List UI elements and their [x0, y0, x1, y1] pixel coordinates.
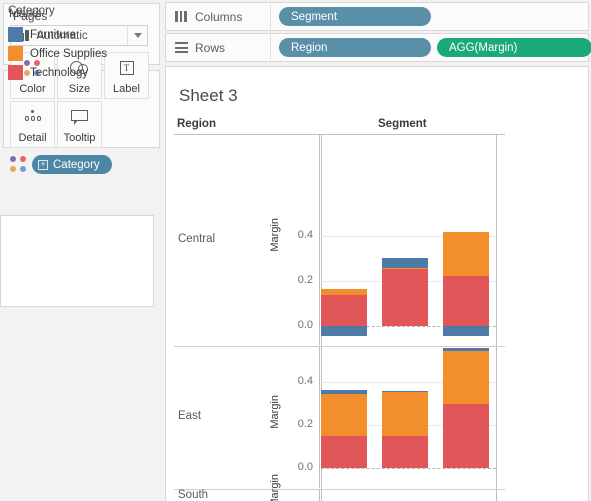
pill-region-label: Region [291, 41, 328, 54]
y-axis-tick-label: 0.2 [297, 274, 313, 286]
chevron-down-icon[interactable] [127, 26, 147, 45]
legend-item-label: Furniture [30, 28, 77, 41]
zero-reference-line [321, 468, 496, 469]
marks-tooltip-label: Tooltip [63, 132, 96, 144]
marks-label-label: Label [113, 83, 140, 95]
columns-pill-list: Segment [271, 7, 431, 26]
bar-segment[interactable] [382, 436, 428, 468]
worksheet-canvas[interactable]: Sheet 3 Region Segment 0.0 0.2 0.4 Margin Ce… [165, 66, 589, 501]
y-axis-tick-label: 0.0 [297, 319, 313, 331]
row-field-header[interactable]: Region [177, 118, 216, 130]
label-text-icon: T [105, 53, 148, 83]
rows-pill-list: Region AGG(Margin) [271, 38, 591, 57]
columns-shelf-label: Columns [195, 9, 243, 24]
region-row-separator [174, 346, 505, 347]
marks-tooltip-button[interactable]: Tooltip [57, 101, 102, 148]
legend-title: Category [8, 5, 55, 17]
y-axis-line [319, 489, 320, 501]
rows-shelf-label-box: Rows [166, 34, 271, 61]
y-axis-tick-label: 0.2 [297, 417, 313, 430]
bar-segment[interactable] [443, 276, 489, 326]
bar-segment[interactable] [321, 435, 367, 468]
marks-encoding-row: + Category [10, 155, 112, 174]
marks-pill-category-label: Category [53, 158, 100, 171]
legend-item-furniture[interactable]: Furniture [8, 25, 107, 44]
region-row-label[interactable]: East [178, 410, 201, 422]
marks-color-label: Color [19, 83, 46, 95]
plus-square-icon[interactable]: + [38, 159, 48, 170]
pill-segment[interactable]: Segment [279, 7, 431, 26]
detail-dots-icon [11, 102, 54, 132]
color-legend: Category Furniture Office Supplies Techn… [0, 5, 154, 307]
bar-segment[interactable] [382, 391, 428, 393]
legend-item-label: Office Supplies [30, 47, 108, 60]
y-axis-title: Margin [269, 395, 281, 429]
bar-segment[interactable] [382, 257, 428, 268]
bar-segment[interactable] [382, 267, 428, 270]
region-row-label[interactable]: Central [178, 233, 215, 245]
marks-label-button[interactable]: T Label [104, 52, 149, 99]
region-row-label[interactable]: South [178, 489, 208, 501]
bar-segment[interactable] [443, 403, 489, 468]
rows-shelf[interactable]: Rows Region AGG(Margin) [165, 33, 591, 62]
worksheet-title: Sheet 3 [179, 86, 238, 105]
columns-icon [175, 11, 188, 22]
region-row-separator [174, 489, 505, 490]
y-axis-tick-label: 0.4 [297, 374, 313, 387]
pane-right-divider [496, 134, 497, 501]
y-axis-tick-label: 0.0 [297, 461, 313, 473]
bar-segment[interactable] [321, 394, 367, 436]
bar-segment[interactable] [382, 392, 428, 437]
y-axis-title: Margin [269, 218, 281, 252]
bar-segment[interactable] [443, 326, 489, 337]
bar-segment[interactable] [321, 294, 367, 326]
tooltip-bubble-icon [58, 102, 101, 132]
legend-swatch [8, 27, 23, 42]
columns-shelf[interactable]: Columns Segment [165, 2, 589, 31]
y-axis-title: Margin [269, 473, 281, 501]
pill-segment-label: Segment [291, 10, 338, 23]
y-axis-line [319, 135, 320, 345]
legend-item-office-supplies[interactable]: Office Supplies [8, 44, 107, 63]
bar-segment[interactable] [443, 348, 489, 351]
pill-agg-margin-label: AGG(Margin) [449, 41, 518, 54]
bar-segment[interactable] [321, 288, 367, 295]
legend-swatch [8, 46, 23, 61]
marks-detail-button[interactable]: Detail [10, 101, 55, 148]
rows-shelf-label: Rows [195, 40, 226, 55]
legend-item-list: Furniture Office Supplies Technology [8, 25, 107, 82]
legend-item-technology[interactable]: Technology [8, 63, 107, 82]
marks-pill-category[interactable]: + Category [32, 155, 112, 174]
bar-segment[interactable] [443, 350, 489, 404]
color-dots-icon [10, 156, 27, 173]
y-axis-tick-label: 0.4 [297, 229, 313, 241]
marks-detail-label: Detail [18, 132, 47, 144]
tableau-worksheet-window: Pages Filters Marks Automatic Color [0, 0, 591, 501]
marks-size-label: Size [68, 83, 91, 95]
legend-swatch [8, 65, 23, 80]
columns-shelf-label-box: Columns [166, 3, 271, 30]
rows-icon [175, 42, 188, 53]
column-field-header[interactable]: Segment [378, 118, 427, 130]
legend-item-label: Technology [30, 66, 89, 79]
bar-segment[interactable] [443, 231, 489, 277]
pill-agg-margin[interactable]: AGG(Margin) [437, 38, 591, 57]
bar-segment[interactable] [321, 390, 367, 395]
y-axis-line [319, 346, 320, 488]
bar-segment[interactable] [321, 326, 367, 337]
pill-region[interactable]: Region [279, 38, 431, 57]
bar-segment[interactable] [382, 269, 428, 326]
